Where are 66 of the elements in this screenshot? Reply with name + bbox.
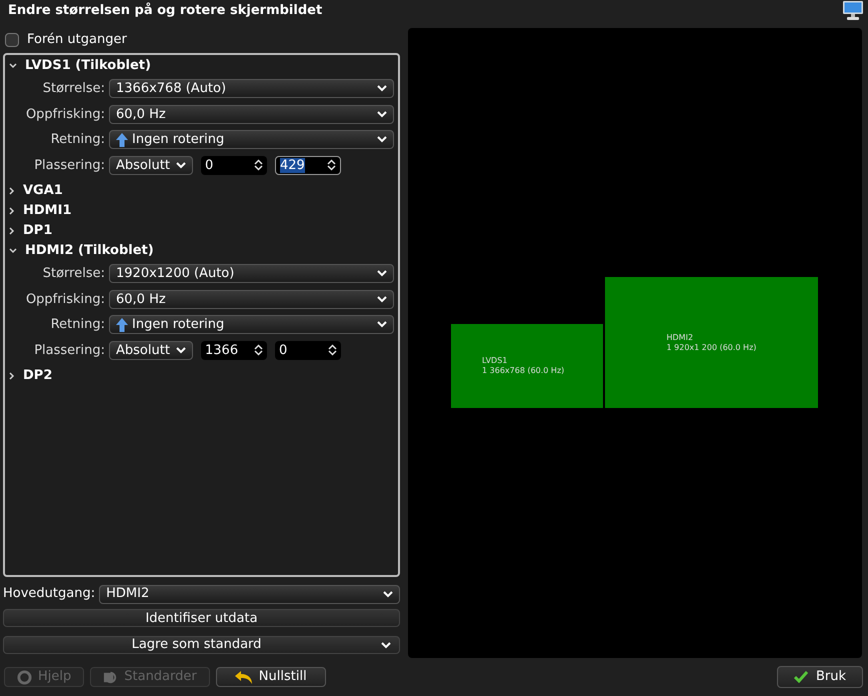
arrow-up-icon: [116, 318, 128, 332]
save-dropdown-button[interactable]: Lagre som standard: [3, 636, 400, 654]
chevron-down-icon: [377, 270, 387, 278]
undo-icon: [234, 670, 253, 684]
field-label: Plassering:: [33, 156, 105, 174]
checkmark-icon: [794, 671, 808, 683]
field-label: Plassering:: [33, 342, 105, 360]
dropdown[interactable]: 1366x768 (Auto): [109, 79, 394, 98]
checkbox[interactable]: [5, 33, 19, 47]
output-heading[interactable]: LVDS1 (Tilkoblet): [25, 56, 151, 76]
field-label: Oppfrisking:: [24, 106, 105, 124]
field-label: Størrelse:: [42, 265, 105, 283]
dropdown[interactable]: 60,0 Hz: [109, 290, 394, 309]
chevron-down-icon: [176, 162, 186, 169]
screen-info: 1 366x768 (60.0 Hz): [482, 366, 566, 376]
identify-button[interactable]: Identifiser utdata: [3, 609, 400, 627]
chevron-down-icon: [176, 346, 186, 354]
expanded-chevron-icon[interactable]: [9, 63, 17, 69]
spin-field[interactable]: 0: [201, 156, 267, 175]
placement-dropdown[interactable]: Absolutt: [109, 156, 193, 175]
output-heading[interactable]: DP1: [23, 221, 52, 241]
screen-rectangle[interactable]: LVDS1 1 366x768 (60.0 Hz): [451, 324, 603, 408]
spin-arrows-icon: [328, 344, 337, 356]
spin-field[interactable]: 1366: [201, 340, 267, 360]
monitor-icon: [842, 1, 864, 21]
chevron-down-icon: [377, 110, 387, 118]
chevron-down-icon: [377, 85, 387, 92]
field-label: Retning:: [50, 316, 105, 334]
spin-field[interactable]: 0: [275, 340, 341, 360]
reset-button[interactable]: Nullstill: [216, 667, 326, 687]
output-heading[interactable]: HDMI2 (Tilkoblet): [25, 241, 154, 261]
chevron-down-icon: [377, 321, 387, 328]
collapsed-chevron-icon[interactable]: [9, 227, 15, 235]
window-title: Endre størrelsen på og rotere skjermbildet: [8, 2, 324, 20]
spin-arrows-icon: [254, 344, 263, 356]
spin-arrows-icon: [254, 159, 263, 172]
output-heading[interactable]: HDMI1: [23, 201, 72, 221]
spin-field[interactable]: 429: [275, 156, 341, 175]
checkbox-label: Forén utganger: [27, 31, 127, 50]
apply-button[interactable]: Bruk: [776, 666, 863, 688]
rotation-dropdown[interactable]: Ingen rotering: [109, 315, 394, 334]
field-label: Retning:: [50, 131, 105, 149]
collapsed-chevron-icon[interactable]: [9, 207, 15, 215]
rotation-dropdown[interactable]: Ingen rotering: [109, 130, 394, 150]
primary-output-dropdown[interactable]: HDMI2: [99, 584, 400, 604]
collapsed-chevron-icon[interactable]: [9, 187, 15, 195]
arrow-up-icon: [116, 132, 128, 147]
chevron-down-icon: [383, 590, 393, 598]
screen-info: 1 920x1 200 (60.0 Hz): [666, 342, 756, 352]
screen-rectangle[interactable]: HDMI2 1 920x1 200 (60.0 Hz): [605, 277, 818, 408]
placement-dropdown[interactable]: Absolutt: [109, 340, 193, 360]
dropdown[interactable]: 60,0 Hz: [109, 104, 394, 124]
chevron-down-icon: [377, 296, 387, 303]
field-label: Hovedutgang:: [3, 585, 96, 604]
spin-arrows-icon: [327, 159, 336, 172]
field-label: Størrelse:: [42, 80, 105, 98]
screen-name: LVDS1: [482, 356, 508, 366]
output-heading[interactable]: DP2: [23, 366, 52, 386]
collapsed-chevron-icon[interactable]: [9, 372, 15, 380]
dropdown[interactable]: 1920x1200 (Auto): [109, 264, 394, 284]
output-heading[interactable]: VGA1: [23, 181, 63, 201]
screen-name: HDMI2: [666, 332, 694, 342]
expanded-chevron-icon[interactable]: [9, 248, 17, 254]
chevron-down-icon: [381, 642, 391, 648]
chevron-down-icon: [377, 136, 387, 144]
field-label: Oppfrisking:: [24, 290, 105, 308]
